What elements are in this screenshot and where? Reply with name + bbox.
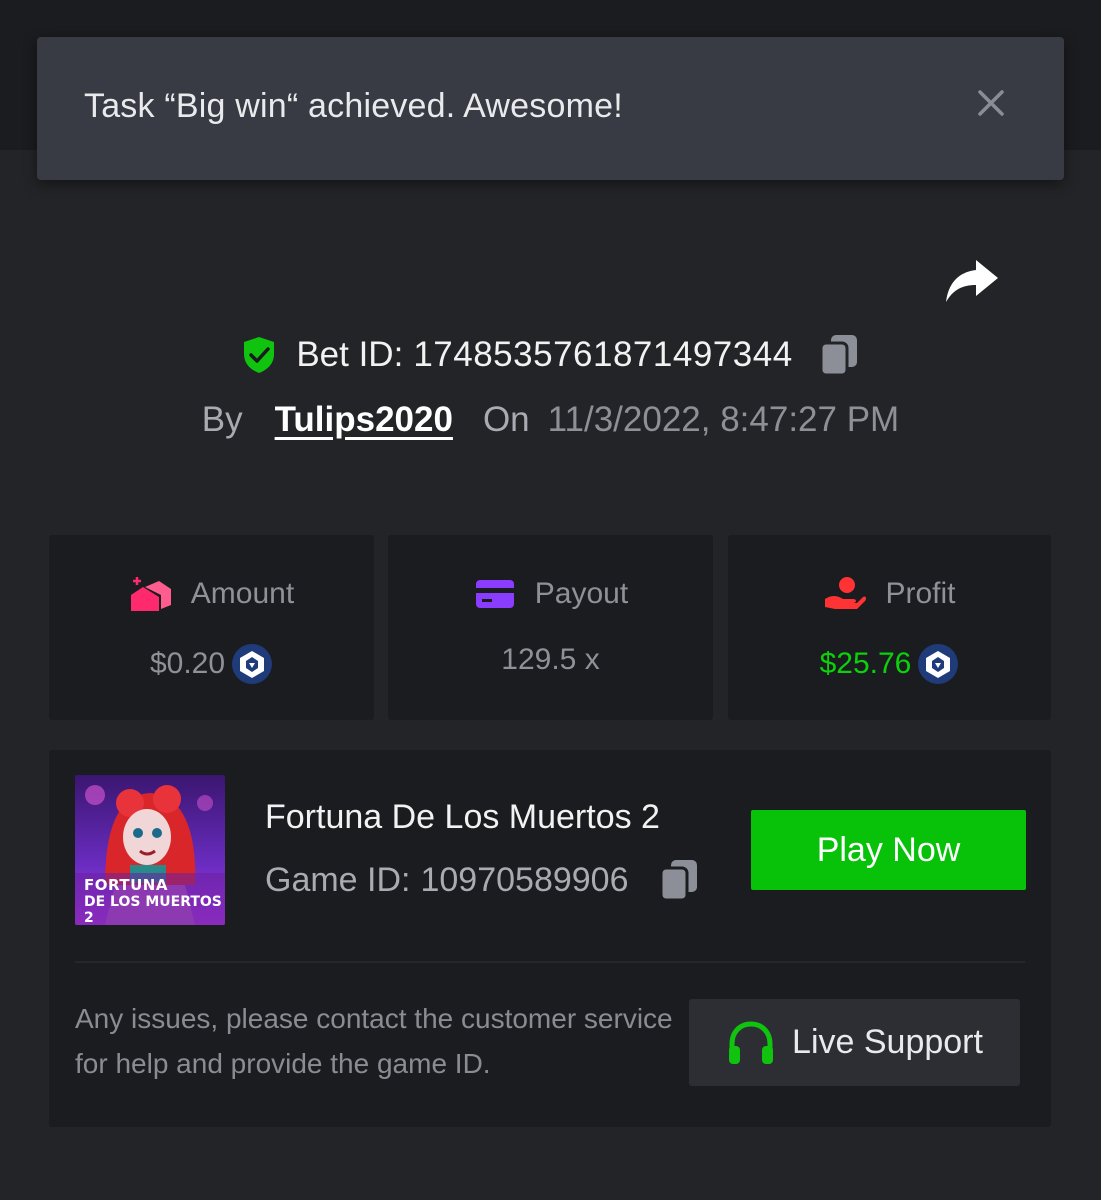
thumb-title-line2: DE LOS MUERTOS 2 [84, 894, 222, 925]
coins-icon [130, 577, 171, 611]
close-icon[interactable] [975, 87, 1007, 119]
currency-coin-icon [918, 644, 959, 684]
bet-id-value: 1748535761871497344 [413, 335, 793, 374]
play-now-button[interactable]: Play Now [751, 810, 1026, 890]
currency-coin-icon [232, 644, 273, 684]
bet-byline: By Tulips2020 On 11/3/2022, 8:47:27 PM [0, 396, 1101, 444]
support-help-text: Any issues, please contact the customer … [75, 1003, 673, 1079]
live-support-label: Live Support [792, 1023, 983, 1061]
game-title: Fortuna De Los Muertos 2 [265, 798, 660, 836]
amount-label: Amount [190, 577, 295, 610]
payout-value: 129.5 x [501, 643, 600, 676]
game-id-row: Game ID: 10970589906 [265, 858, 699, 902]
notification-toast: Task “Big win“ achieved. Awesome! [37, 37, 1064, 180]
profit-label: Profit [885, 577, 956, 610]
shield-check-icon [244, 337, 275, 373]
card-icon [475, 580, 514, 608]
bet-id-label: Bet ID: [296, 335, 404, 374]
game-id-label: Game ID: [265, 860, 411, 899]
divider [75, 961, 1025, 963]
thumb-title-line1: FORTUNA [84, 876, 168, 894]
stat-card-payout: Payout 129.5 x [388, 535, 713, 720]
payout-label: Payout [534, 577, 629, 610]
copy-icon[interactable] [819, 333, 859, 377]
share-icon[interactable] [944, 256, 1000, 304]
amount-value: $0.20 [149, 647, 226, 680]
bet-id-row: Bet ID: 1748535761871497344 [0, 330, 1101, 380]
stat-card-amount: Amount $0.20 [49, 535, 374, 720]
game-card: FORTUNA DE LOS MUERTOS 2 Fortuna De Los … [49, 750, 1051, 1127]
headset-icon [729, 1020, 774, 1064]
hand-coin-icon [825, 577, 867, 609]
toast-message: Task “Big win“ achieved. Awesome! [84, 87, 623, 125]
live-support-button[interactable]: Live Support [689, 999, 1020, 1086]
copy-icon[interactable] [659, 858, 699, 902]
stat-card-profit: Profit $25.76 [728, 535, 1051, 720]
by-label: By [201, 400, 243, 439]
username-link[interactable]: Tulips2020 [275, 400, 453, 440]
game-thumbnail[interactable]: FORTUNA DE LOS MUERTOS 2 [75, 775, 225, 925]
game-id-value: 10970589906 [420, 860, 629, 899]
bet-datetime: 11/3/2022, 8:47:27 PM [547, 400, 900, 439]
on-label: On [482, 400, 530, 439]
profit-value: $25.76 [819, 647, 912, 680]
